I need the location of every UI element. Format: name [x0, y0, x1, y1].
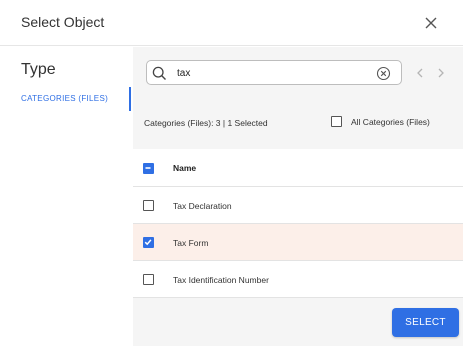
close-icon[interactable] [421, 13, 441, 33]
row-label: Tax Identification Number [173, 275, 269, 285]
row-label: Tax Form [173, 238, 209, 248]
search-input[interactable] [177, 64, 367, 82]
all-categories-checkbox[interactable] [331, 116, 342, 127]
search-icon [152, 66, 167, 81]
row-label: Tax Declaration [173, 201, 232, 211]
chevron-right-icon[interactable] [436, 66, 446, 78]
dialog-title: Select Object [21, 14, 105, 30]
row-checkbox[interactable] [143, 237, 154, 248]
row-checkbox[interactable] [143, 274, 154, 285]
table-row[interactable]: Tax Declaration [133, 187, 463, 224]
column-header-name: Name [173, 163, 197, 173]
select-button[interactable]: SELECT [392, 308, 459, 337]
all-categories-label: All Categories (Files) [351, 117, 430, 127]
row-checkbox[interactable] [143, 200, 154, 211]
selection-summary: Categories (Files): 3 | 1 Selected [144, 118, 268, 128]
results-table: Name Tax Declaration Tax Form Tax Identi… [133, 149, 463, 298]
search-box[interactable] [146, 60, 402, 85]
object-list-pane: Categories (Files): 3 | 1 Selected All C… [133, 47, 463, 346]
tab-categories-files[interactable]: CATEGORIES (FILES) [0, 87, 133, 111]
type-heading: Type [21, 61, 56, 78]
active-tab-indicator [129, 87, 131, 111]
dialog-header: Select Object [0, 0, 463, 46]
table-header: Name [133, 149, 463, 187]
chevron-left-icon[interactable] [415, 66, 425, 78]
table-row[interactable]: Tax Form [133, 224, 463, 261]
select-all-checkbox[interactable] [143, 163, 154, 174]
type-sidebar: Type CATEGORIES (FILES) [0, 47, 133, 346]
table-row[interactable]: Tax Identification Number [133, 261, 463, 298]
tab-label: CATEGORIES (FILES) [21, 94, 109, 103]
clear-circle-icon[interactable] [376, 66, 391, 81]
